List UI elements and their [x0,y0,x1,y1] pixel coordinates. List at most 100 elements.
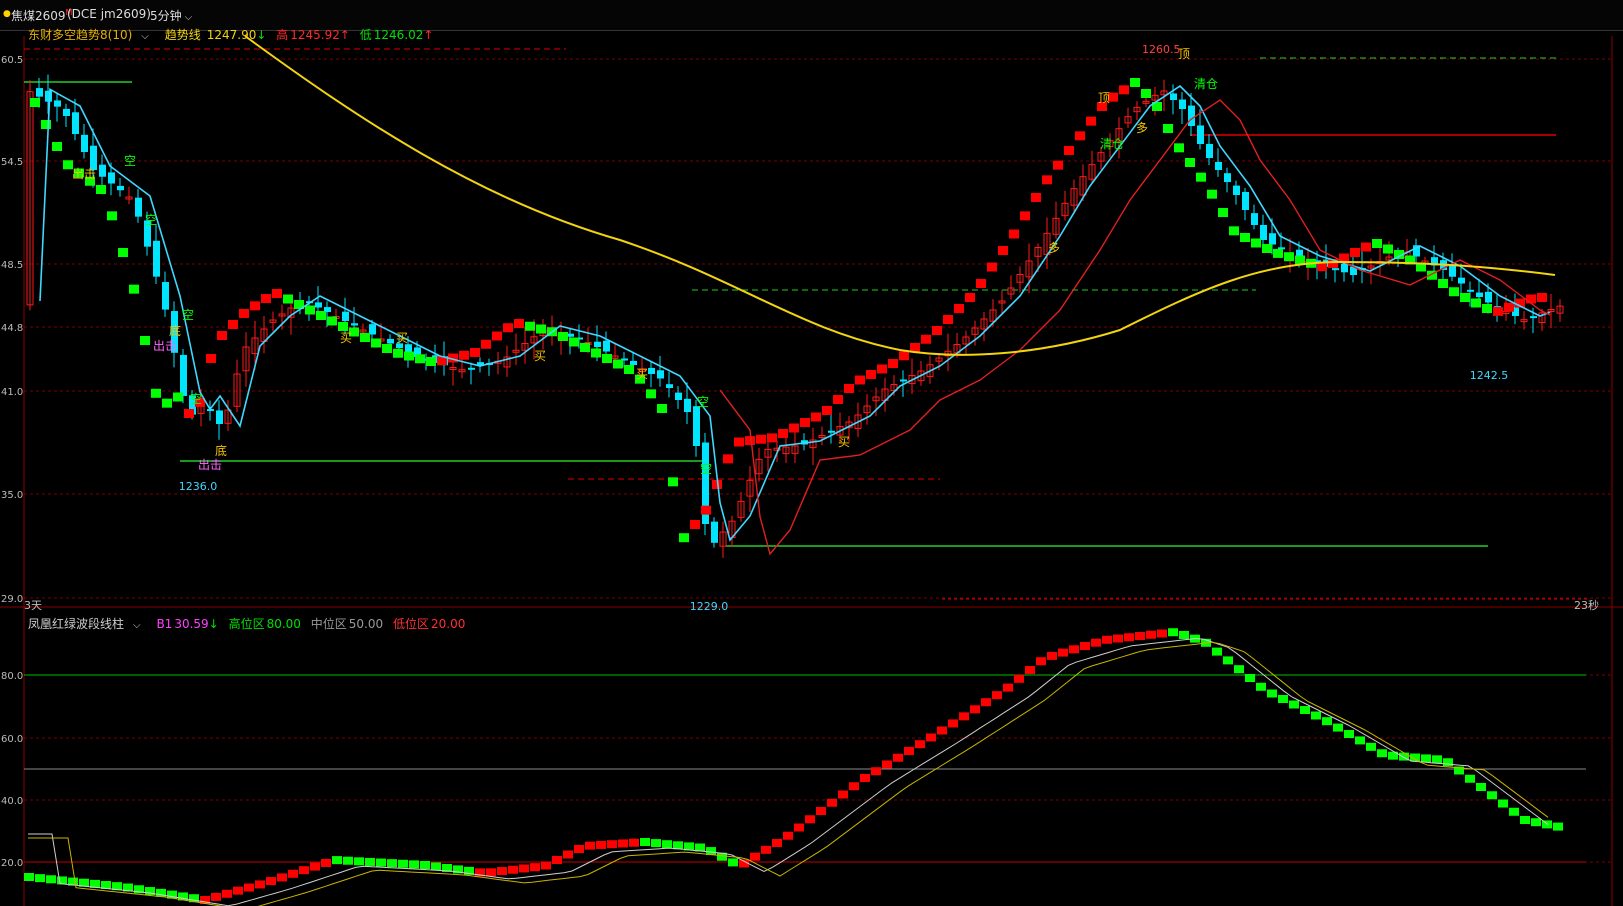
wave-bar [959,712,969,721]
trend-block [1537,293,1547,302]
y-tick-label: 48.5 [1,260,23,271]
wave-bar [772,838,782,847]
wave-bar [574,845,584,853]
wave-bar [761,845,771,854]
trend-block [1218,208,1228,217]
signal-label: 底 [215,443,227,458]
trend-block [129,284,139,294]
footer-right-label: 23秒 [1574,598,1599,612]
kline-chart[interactable]: 60.5 54.5 48.5 44.8 41.0 35.0 29.0 3天 23秒 80.0 60.… [0,0,1623,906]
wave-bar [629,838,639,847]
trend-block [327,316,337,326]
wave-bar [420,861,430,869]
wave-bar [1102,635,1112,644]
wave-bar [1432,755,1442,764]
candle-down [1458,277,1465,284]
trend-block [360,333,370,342]
trend-block [1207,189,1217,199]
candle-down [216,410,223,424]
trend-block [1350,248,1360,257]
trend-block [426,357,436,366]
candle-down [63,108,70,116]
trend-block [41,120,51,129]
signal-label: 多 [1136,121,1148,135]
wave-bar [1091,638,1101,647]
candle-down [1269,233,1276,245]
candle-down [45,90,52,102]
wave-bar [1520,816,1530,824]
trend-block [30,98,40,107]
trend-block [1141,89,1151,98]
wave-bar [1333,723,1343,732]
sub-y-tick-label: 80.0 [1,671,23,682]
wave-bar [310,862,320,871]
trend-block [1174,143,1184,153]
trend-block [866,370,876,379]
trend-block [162,398,172,408]
signal-label: 空 [190,392,202,406]
trend-block [1471,298,1481,308]
wave-bar [1256,682,1266,691]
wave-bar [563,850,573,859]
wave-bar [1311,711,1321,720]
trend-block [998,246,1008,255]
candle-down [72,112,79,134]
candle-down [828,430,835,433]
candle-down [1341,263,1348,273]
trend-block [745,436,755,446]
signal-label: 清仓 [1100,137,1124,151]
wave-bar [398,859,408,868]
y-tick-label: 54.5 [1,157,23,168]
trend-block [646,389,656,399]
trend-block [844,384,854,393]
y-tick-label: 29.0 [1,594,23,605]
trend-block [1075,131,1085,141]
wave-bar [497,867,507,876]
candle-down [108,172,115,184]
signal-label: 买 [340,331,352,345]
trend-block [1229,226,1239,236]
trend-block [778,429,788,438]
candle-down [135,197,142,217]
wave-bar [486,868,496,877]
wave-bar [299,866,309,875]
trend-block [624,365,634,374]
wave-bar [827,798,837,807]
trend-block [1031,193,1041,202]
candle-down [315,302,322,308]
wave-bar [893,753,903,762]
wave-bar [904,746,914,755]
trend-block [52,142,62,151]
candle-down [711,521,718,543]
wave-bar [519,864,529,873]
wave-bar [1553,822,1563,831]
trend-block [228,320,238,329]
wave-bar [255,880,265,889]
trend-block [250,301,260,311]
candle-down [342,311,349,321]
signal-label: 出击 [153,339,177,353]
signal-label: 空 [700,462,712,476]
trend-block [1240,233,1250,242]
trend-block [525,321,535,331]
wave-bar [1465,774,1475,783]
wave-bar [1289,700,1299,709]
chart-plot [24,35,1590,906]
trend-block [921,334,931,344]
signal-label: 出击 [72,167,96,181]
trend-block [701,505,711,515]
candle-down [1224,173,1231,182]
candle-down [1206,143,1213,158]
trend-block [1163,124,1173,133]
wave-bar [882,760,892,769]
signal-label: 买 [534,349,546,363]
trend-block [855,375,865,385]
wave-bar [1278,695,1288,703]
candle-down [468,367,475,370]
signal-label: 清仓 [1194,77,1218,91]
trend-block [514,319,524,328]
candle-down [36,88,43,97]
candle-down [1332,268,1339,271]
trend-block [151,388,161,398]
wave-bar [57,876,67,885]
